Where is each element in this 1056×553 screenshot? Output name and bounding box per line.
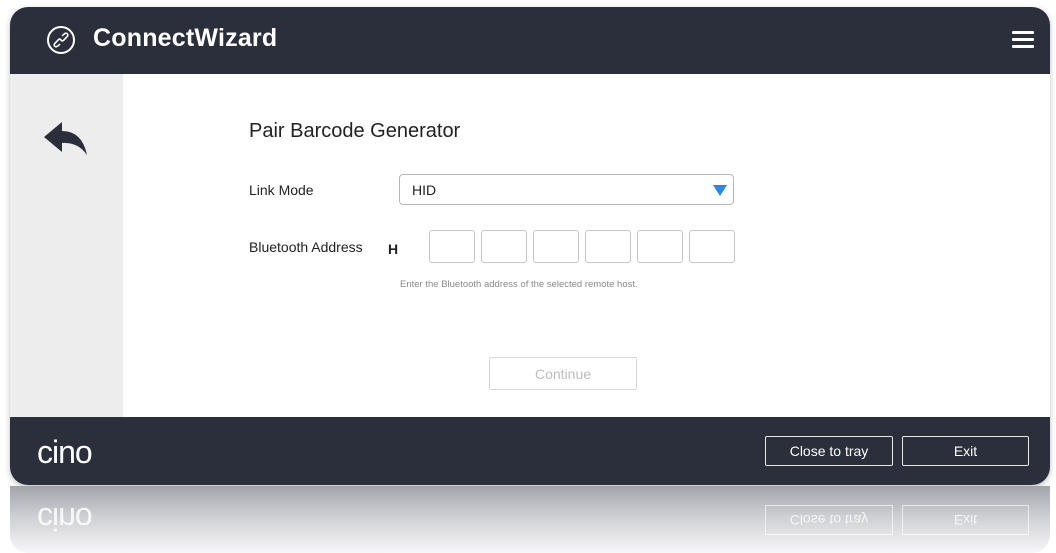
bluetooth-address-prefix: H (388, 241, 399, 257)
link-icon (47, 26, 75, 54)
sidebar (10, 74, 123, 417)
hamburger-menu-icon[interactable] (1012, 31, 1034, 49)
exit-button[interactable]: Exit (902, 436, 1029, 466)
footer-bar: cino Close to tray Exit (10, 417, 1050, 485)
bluetooth-octet-6[interactable] (689, 230, 735, 263)
bluetooth-octet-4[interactable] (585, 230, 631, 263)
main-content: Pair Barcode Generator Link Mode HID Blu… (123, 74, 1050, 417)
title-bar: ConnectWizard (10, 7, 1050, 74)
back-button[interactable] (41, 120, 91, 160)
brand-logo: cino (37, 434, 93, 470)
reflection-close-to-tray: Close to tray (765, 505, 893, 535)
reflection-brand: cino (37, 501, 92, 537)
bluetooth-octet-1[interactable] (429, 230, 475, 263)
bluetooth-octet-2[interactable] (481, 230, 527, 263)
window-reflection: cino Close to tray Exit (10, 486, 1050, 553)
link-mode-select[interactable]: HID (399, 174, 734, 205)
continue-button[interactable]: Continue (489, 357, 637, 390)
link-mode-value: HID (412, 182, 437, 198)
app-window: ConnectWizard Pair Barcode Generator Lin… (10, 7, 1050, 485)
link-mode-label: Link Mode (249, 182, 314, 198)
bluetooth-octet-5[interactable] (637, 230, 683, 263)
close-to-tray-button[interactable]: Close to tray (765, 436, 893, 466)
page-title: Pair Barcode Generator (249, 120, 461, 142)
app-title: ConnectWizard (93, 24, 278, 52)
back-arrow-icon (44, 122, 87, 155)
bluetooth-address-hint: Enter the Bluetooth address of the selec… (400, 279, 638, 290)
dropdown-arrow-icon (713, 185, 727, 196)
bluetooth-address-label: Bluetooth Address (249, 239, 363, 255)
reflection-exit: Exit (902, 505, 1029, 535)
bluetooth-octet-3[interactable] (533, 230, 579, 263)
